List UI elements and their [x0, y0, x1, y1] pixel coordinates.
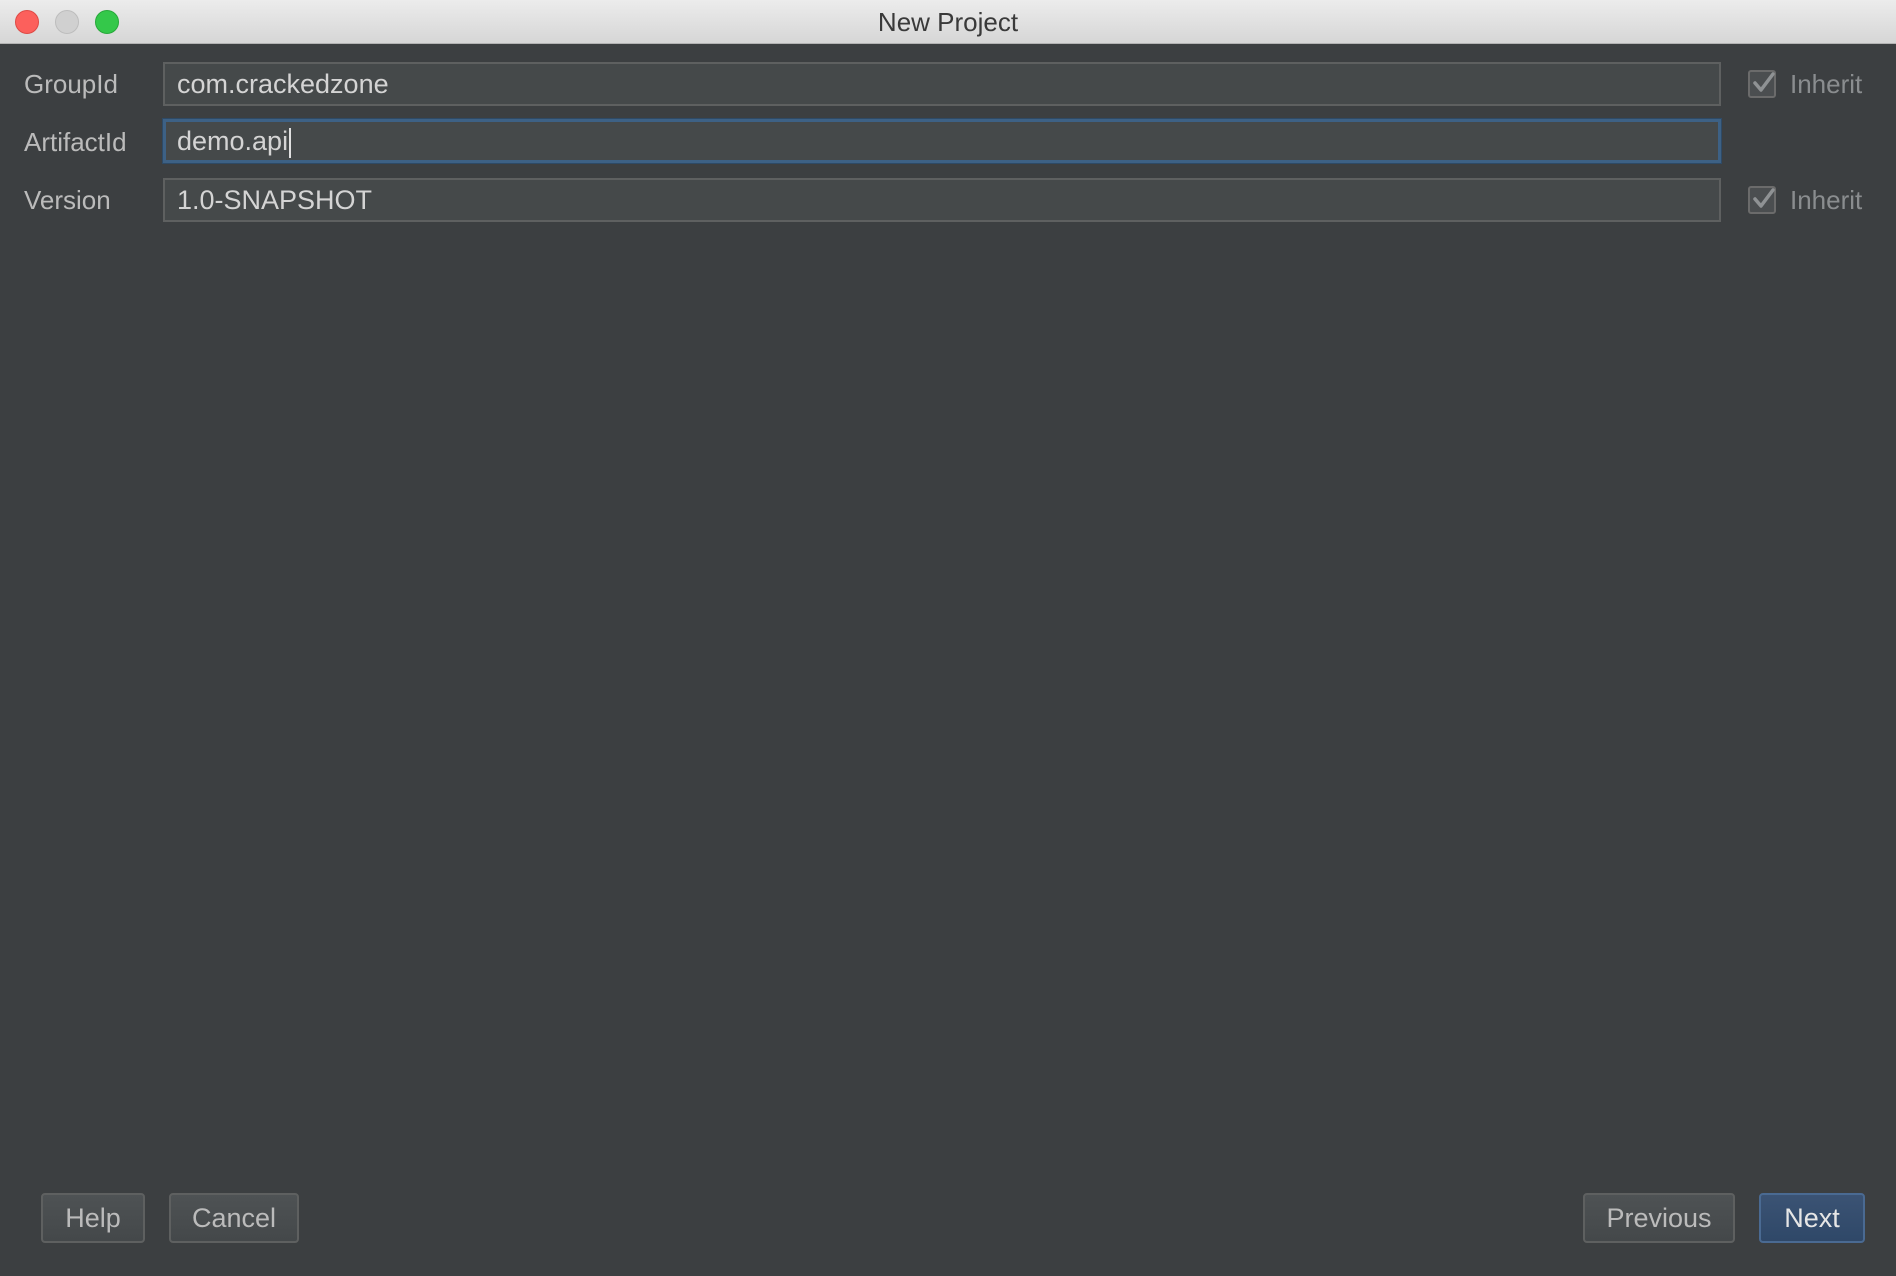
- checkmark-icon: [1753, 72, 1775, 92]
- version-inherit-checkbox[interactable]: Inherit: [1748, 178, 1862, 222]
- group-id-inherit-checkbox[interactable]: Inherit: [1748, 62, 1862, 106]
- group-id-label: GroupId: [24, 69, 118, 99]
- version-label: Version: [24, 185, 111, 215]
- artifact-id-field[interactable]: demo.api: [163, 119, 1721, 163]
- version-value: 1.0-SNAPSHOT: [177, 185, 373, 215]
- title-bar: New Project: [0, 0, 1896, 44]
- text-caret: [289, 127, 292, 158]
- window-title: New Project: [877, 7, 1019, 37]
- artifact-id-label: ArtifactId: [24, 127, 127, 157]
- inherit-label: Inherit: [1790, 184, 1863, 215]
- inherit-label: Inherit: [1790, 68, 1863, 99]
- checkbox-box[interactable]: [1748, 70, 1776, 98]
- cancel-button[interactable]: Cancel: [169, 1193, 299, 1243]
- artifact-id-value: demo.api: [177, 126, 289, 156]
- group-id-field[interactable]: com.crackedzone: [163, 62, 1721, 106]
- version-field[interactable]: 1.0-SNAPSHOT: [163, 178, 1721, 222]
- checkbox-box[interactable]: [1748, 186, 1776, 214]
- next-button[interactable]: Next: [1759, 1193, 1865, 1243]
- group-id-value: com.crackedzone: [177, 69, 389, 99]
- help-button[interactable]: Help: [41, 1193, 145, 1243]
- previous-button[interactable]: Previous: [1583, 1193, 1735, 1243]
- checkmark-icon: [1753, 188, 1775, 208]
- new-project-dialog: New Project GroupId com.crackedzone Inhe…: [0, 0, 1896, 1276]
